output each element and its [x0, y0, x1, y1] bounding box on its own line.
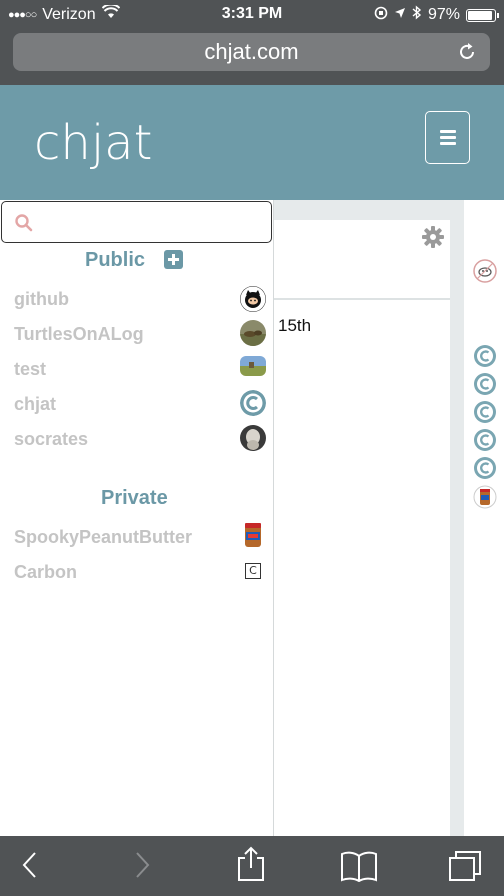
battery-percent: 97% [427, 6, 460, 23]
message-date: 15th [278, 316, 312, 335]
chjat-user-icon[interactable] [473, 400, 497, 424]
status-bar: ●●●○○ Verizon 3:31 PM 97% [0, 0, 504, 28]
hamburger-menu-button[interactable] [425, 111, 470, 164]
battery-icon [466, 8, 499, 22]
rotation-lock-icon [374, 6, 388, 25]
landscape-photo-icon [240, 356, 266, 376]
room-sidebar: Public github TurtlesOnALog test chjat s… [0, 200, 274, 836]
share-icon[interactable] [236, 846, 266, 887]
peanut-butter-jar-icon [244, 522, 262, 548]
chjat-user-icon[interactable] [473, 428, 497, 452]
room-item-test[interactable]: test [14, 359, 46, 380]
carbon-element-icon: C [245, 563, 261, 579]
back-icon[interactable] [20, 850, 40, 885]
room-item-turtlesonalog[interactable]: TurtlesOnALog [14, 324, 144, 345]
menu-bar-icon [439, 130, 456, 133]
room-item-carbon[interactable]: Carbon [14, 562, 77, 583]
chjat-logo-icon [240, 390, 266, 416]
socrates-bust-icon [240, 425, 266, 451]
tabs-icon[interactable] [448, 850, 482, 887]
bluetooth-icon [412, 5, 422, 25]
chjat-user-icon[interactable] [473, 372, 497, 396]
reload-icon[interactable] [456, 41, 478, 63]
anonymous-user-icon[interactable] [473, 259, 497, 283]
brand-logo[interactable]: chjat [34, 115, 152, 171]
room-item-github[interactable]: github [14, 289, 69, 310]
room-item-spookypeanutbutter[interactable]: SpookyPeanutButter [14, 527, 192, 548]
browser-address-bar: chjat.com [0, 28, 504, 85]
add-room-button[interactable] [164, 250, 183, 269]
location-icon [394, 6, 406, 24]
room-item-socrates[interactable]: socrates [14, 429, 88, 450]
url-text: chjat.com [204, 39, 299, 64]
public-section-title: Public [85, 249, 146, 271]
user-list [464, 200, 504, 836]
chat-panel [274, 220, 450, 836]
browser-toolbar [0, 836, 504, 896]
battery-level [468, 10, 492, 20]
search-icon [15, 214, 33, 232]
chjat-user-icon[interactable] [473, 456, 497, 480]
room-item-chjat[interactable]: chjat [14, 394, 56, 415]
menu-bar-icon [439, 142, 456, 145]
bookmarks-icon[interactable] [340, 850, 378, 887]
github-octocat-icon [240, 286, 266, 312]
search-input[interactable] [1, 201, 272, 243]
peanut-butter-user-icon[interactable] [473, 485, 497, 509]
forward-icon[interactable] [132, 850, 152, 885]
menu-bar-icon [439, 136, 456, 139]
site-header: chjat [0, 85, 504, 200]
gear-icon[interactable] [421, 225, 445, 249]
chjat-user-icon[interactable] [473, 344, 497, 368]
url-field[interactable]: chjat.com [13, 33, 490, 71]
private-section-title: Private [101, 487, 168, 509]
turtle-photo-icon [240, 320, 266, 346]
